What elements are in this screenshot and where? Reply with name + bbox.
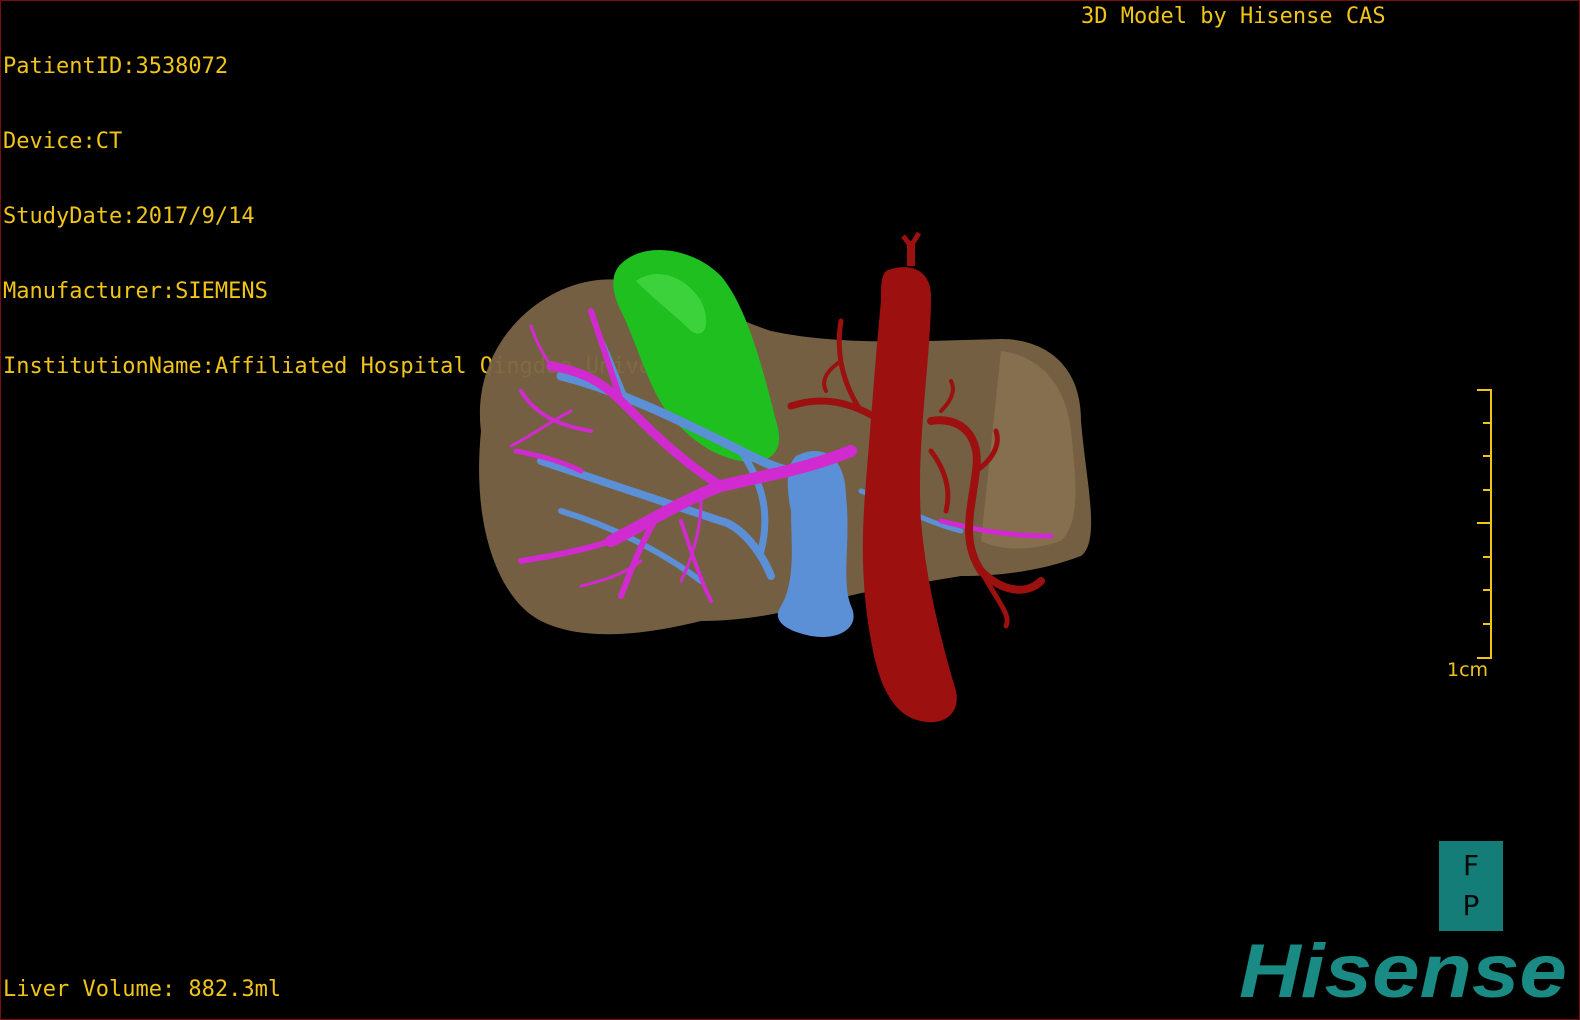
patient-id-text: PatientID:3538072 bbox=[3, 54, 229, 79]
hisense-logo-text: Hisense bbox=[1239, 929, 1567, 1014]
scale-bar bbox=[1477, 389, 1492, 659]
orientation-indicator[interactable]: F P bbox=[1439, 841, 1503, 931]
3d-viewport[interactable]: PatientID:3538072 Device:CT StudyDate:20… bbox=[0, 0, 1580, 1020]
orientation-top-label: F bbox=[1462, 849, 1480, 882]
liver-3d-model[interactable] bbox=[441, 221, 1141, 741]
scale-label: 1cm bbox=[1447, 659, 1489, 681]
hisense-logo: Hisense bbox=[1239, 929, 1567, 1014]
device-text: Device:CT bbox=[3, 129, 123, 154]
model-credit-text: 3D Model by Hisense CAS bbox=[1081, 4, 1386, 29]
liver-volume-text: Liver Volume: 882.3ml bbox=[3, 977, 282, 1002]
orientation-bottom-label: P bbox=[1462, 889, 1480, 922]
